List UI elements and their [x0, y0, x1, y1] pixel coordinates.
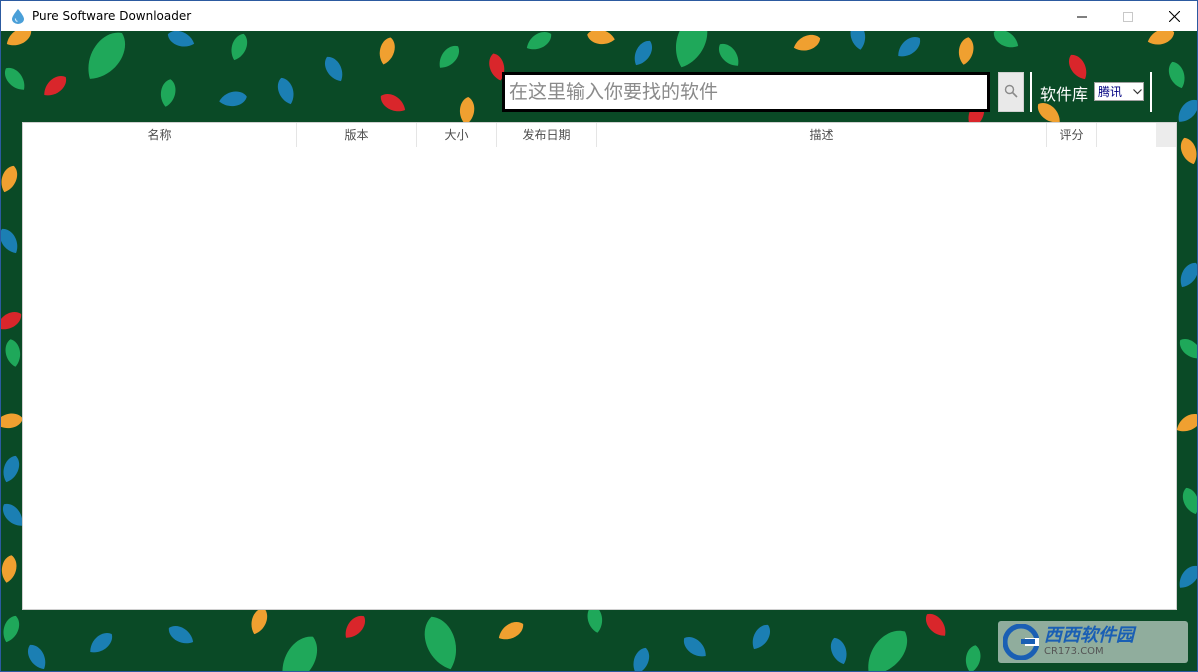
window-title: Pure Software Downloader: [32, 9, 192, 23]
search-icon: [1004, 83, 1018, 102]
watermark-domain: CR173.COM: [1044, 646, 1104, 657]
watermark-logo: 西西软件园 CR173.COM: [998, 621, 1188, 663]
column-header-size[interactable]: 大小: [417, 123, 497, 147]
app-window: Pure Software Downloader 在这里输入你要找的软件 软件库…: [0, 0, 1198, 672]
software-table: 名称 版本 大小 发布日期 描述 评分: [22, 122, 1177, 610]
search-button[interactable]: [998, 72, 1024, 112]
minimize-button[interactable]: [1059, 1, 1105, 31]
window-controls: [1059, 1, 1197, 31]
client-area: 软件库 腾讯 名称 版本 大小 发布日期 描述 评分: [1, 31, 1197, 671]
column-header-name[interactable]: 名称: [23, 123, 297, 147]
library-select[interactable]: 腾讯: [1094, 82, 1144, 101]
column-header-release-date[interactable]: 发布日期: [497, 123, 597, 147]
close-button[interactable]: [1151, 1, 1197, 31]
maximize-button[interactable]: [1105, 1, 1151, 31]
water-drop-icon: [10, 8, 26, 24]
library-select-value: 腾讯: [1098, 85, 1123, 99]
maximize-icon: [1123, 7, 1133, 26]
watermark-name: 西西软件园: [1044, 625, 1134, 646]
minimize-icon: [1077, 7, 1087, 26]
column-header-version[interactable]: 版本: [297, 123, 417, 147]
toolbar-divider-right: [1150, 72, 1152, 112]
close-icon: [1168, 7, 1180, 26]
search-input[interactable]: [502, 72, 990, 112]
table-header: 名称 版本 大小 发布日期 描述 评分: [23, 123, 1176, 147]
column-header-rating[interactable]: 评分: [1047, 123, 1097, 147]
title-bar[interactable]: Pure Software Downloader: [1, 1, 1197, 31]
column-header-filler: [1097, 123, 1156, 147]
site-logo-icon: [1002, 623, 1040, 661]
column-header-description[interactable]: 描述: [597, 123, 1047, 147]
library-label: 软件库: [1040, 85, 1089, 104]
chevron-down-icon: [1131, 83, 1143, 100]
toolbar-divider: [1030, 72, 1032, 112]
header-scroll-cap: [1156, 123, 1176, 147]
